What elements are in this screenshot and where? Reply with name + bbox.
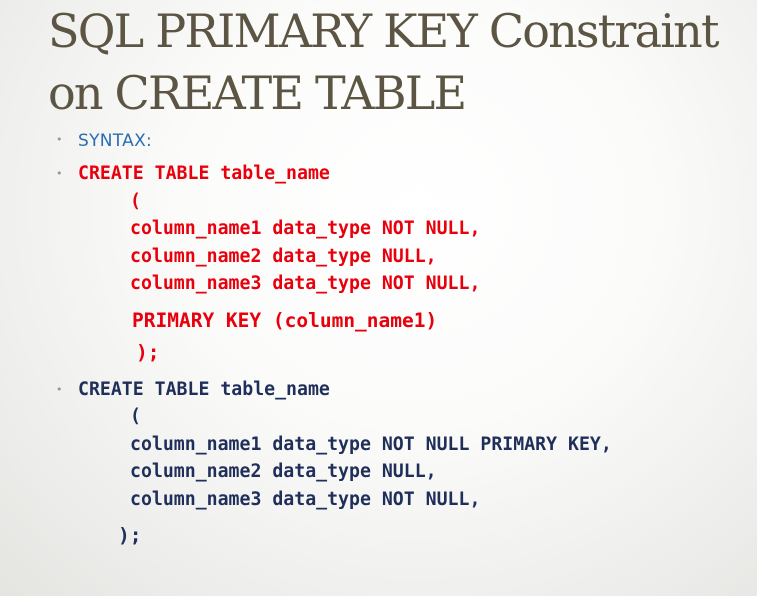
slide-title-line-1: SQL PRIMARY KEY Constraint <box>48 4 719 58</box>
bullet-example-2: • <box>56 383 63 396</box>
code-line: CREATE TABLE table_name <box>78 163 330 184</box>
code-line: column_name3 data_type NOT NULL, <box>130 489 481 510</box>
bullet-example-1: • <box>56 167 63 180</box>
slide: SQL PRIMARY KEY Constraint on CREATE TAB… <box>0 0 757 596</box>
code-line: column_name1 data_type NOT NULL, <box>130 218 481 239</box>
code-line: column_name3 data_type NOT NULL, <box>130 273 481 294</box>
code-line: column_name2 data_type NULL, <box>130 461 437 482</box>
code-line: ); <box>118 524 142 547</box>
code-line: ( <box>130 191 141 212</box>
syntax-label: SYNTAX: <box>78 131 153 151</box>
bullet-syntax: • <box>56 133 63 146</box>
code-line: column_name2 data_type NULL, <box>130 246 437 267</box>
code-line: ( <box>130 406 141 427</box>
code-line: column_name1 data_type NOT NULL PRIMARY … <box>130 434 612 455</box>
slide-title: SQL PRIMARY KEY Constraint on CREATE TAB… <box>48 0 748 124</box>
slide-title-line-2: on CREATE TABLE <box>48 66 467 120</box>
code-line: CREATE TABLE table_name <box>78 379 330 400</box>
code-line: PRIMARY KEY (column_name1) <box>132 309 438 332</box>
code-line: ); <box>136 341 160 364</box>
